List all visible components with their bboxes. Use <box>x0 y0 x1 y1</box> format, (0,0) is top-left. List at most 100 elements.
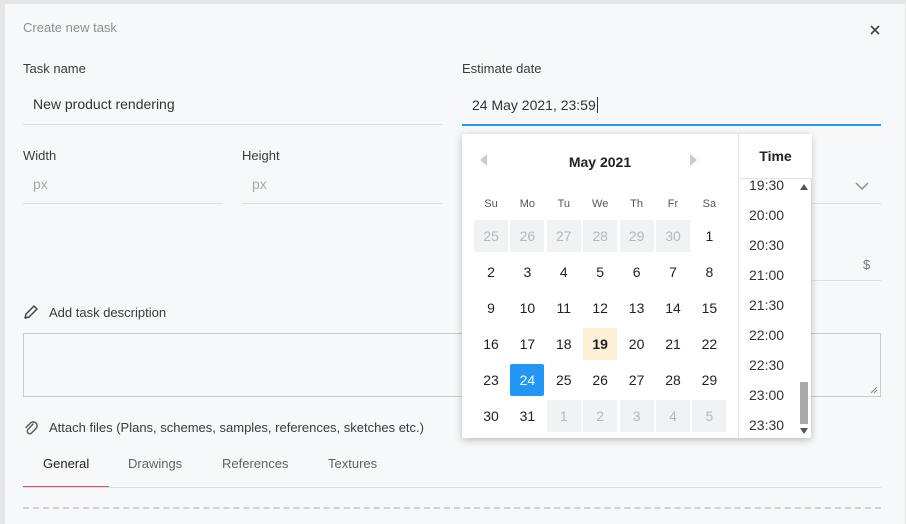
day-cell[interactable]: 12 <box>583 292 617 324</box>
time-option[interactable]: 20:30 <box>749 237 784 253</box>
time-option[interactable]: 21:30 <box>749 297 784 313</box>
tab-drawings[interactable]: Drawings <box>128 456 182 471</box>
day-cell[interactable]: 2 <box>474 256 508 288</box>
create-task-dialog: Create new task Task name Estimate date … <box>5 4 905 524</box>
day-cell[interactable]: 10 <box>510 292 544 324</box>
day-cell[interactable]: 25 <box>474 220 508 252</box>
day-cell[interactable]: 28 <box>583 220 618 252</box>
next-month-button[interactable] <box>685 152 701 168</box>
day-cell[interactable]: 1 <box>692 220 726 252</box>
time-header: Time <box>739 134 812 179</box>
price-underline <box>811 280 881 281</box>
estimate-date-label: Estimate date <box>462 61 542 76</box>
day-cell[interactable]: 13 <box>620 292 654 324</box>
day-cell[interactable]: 25 <box>547 364 581 396</box>
day-cell[interactable]: 4 <box>547 256 581 288</box>
weekday-label: Sa <box>702 198 717 210</box>
weekday-label: Tu <box>557 198 571 210</box>
estimate-date-input[interactable]: 24 May 2021, 23:59 <box>472 97 598 113</box>
day-cell[interactable]: 20 <box>620 328 654 360</box>
weekday-label: Su <box>484 198 498 210</box>
day-cell[interactable]: 1 <box>546 400 581 432</box>
paperclip-icon <box>25 421 38 435</box>
price-currency-suffix: $ <box>863 257 871 272</box>
tab-textures[interactable]: Textures <box>328 456 377 471</box>
width-underline <box>23 203 223 204</box>
day-cell[interactable]: 14 <box>656 292 690 324</box>
day-cell[interactable]: 18 <box>547 328 581 360</box>
date-time-picker: May 2021 Su Mo Tu We Th Fr Sa 25 26 27 28 29 30 1 2 3 4… <box>462 134 812 438</box>
day-cell[interactable]: 3 <box>510 256 544 288</box>
day-cell-selected[interactable]: 24 <box>510 364 545 396</box>
day-cell[interactable]: 2 <box>583 400 618 432</box>
time-option[interactable]: 23:00 <box>749 387 784 403</box>
task-tabs: General Drawings References Textures <box>23 456 881 488</box>
time-option[interactable]: 22:30 <box>749 357 784 373</box>
day-cell[interactable]: 22 <box>692 328 726 360</box>
day-cell[interactable]: 3 <box>619 400 654 432</box>
day-cell[interactable]: 15 <box>692 292 726 324</box>
day-cell[interactable]: 26 <box>510 220 545 252</box>
day-cell[interactable]: 4 <box>656 400 690 432</box>
height-input[interactable] <box>252 176 432 192</box>
day-cell[interactable]: 16 <box>474 328 508 360</box>
estimate-date-underline <box>462 124 881 126</box>
time-option[interactable]: 20:00 <box>749 207 784 223</box>
day-cell[interactable]: 7 <box>656 256 690 288</box>
day-cell[interactable]: 27 <box>620 364 654 396</box>
time-option[interactable]: 23:30 <box>749 417 784 433</box>
day-cell[interactable]: 8 <box>692 256 726 288</box>
calendar-panel: May 2021 Su Mo Tu We Th Fr Sa 25 26 27 28 29 30 1 2 3 4… <box>462 134 738 438</box>
add-description-link[interactable]: Add task description <box>49 305 166 320</box>
height-label: Height <box>242 148 280 163</box>
tabs-divider <box>23 487 881 488</box>
select-underline <box>811 203 881 204</box>
scroll-up-icon <box>800 184 808 190</box>
add-description-icon-wrap[interactable] <box>23 304 39 320</box>
weekday-label: We <box>592 198 609 210</box>
day-cell[interactable]: 29 <box>619 220 654 252</box>
estimate-date-value: 24 May 2021, 23:59 <box>472 97 596 113</box>
day-cell[interactable]: 23 <box>474 364 508 396</box>
day-cell[interactable]: 29 <box>692 364 726 396</box>
width-label: Width <box>23 148 57 163</box>
dropzone-border <box>23 507 881 509</box>
task-name-input[interactable] <box>33 96 433 112</box>
day-cell[interactable]: 6 <box>620 256 654 288</box>
height-underline <box>242 203 442 204</box>
chevron-down-icon <box>855 182 869 191</box>
task-name-underline <box>23 124 442 125</box>
day-cell[interactable]: 27 <box>546 220 581 252</box>
day-cell[interactable]: 11 <box>547 292 581 324</box>
attach-files-link[interactable]: Attach files (Plans, schemes, samples, r… <box>49 420 424 435</box>
day-cell[interactable]: 9 <box>474 292 508 324</box>
scroll-thumb[interactable] <box>800 382 808 424</box>
resize-handle-icon <box>870 386 878 394</box>
day-cell-today[interactable]: 19 <box>583 328 618 360</box>
day-cell[interactable]: 21 <box>656 328 690 360</box>
weekday-label: Th <box>630 198 644 210</box>
day-cell[interactable]: 5 <box>692 400 727 432</box>
time-option[interactable]: 19:30 <box>749 177 784 193</box>
day-cell[interactable]: 28 <box>656 364 690 396</box>
day-cell[interactable]: 17 <box>510 328 544 360</box>
day-cell[interactable]: 26 <box>583 364 617 396</box>
weekday-label: Fr <box>667 198 679 210</box>
text-caret <box>596 97 598 113</box>
tab-general[interactable]: General <box>43 456 89 471</box>
time-option[interactable]: 21:00 <box>749 267 784 283</box>
tab-references[interactable]: References <box>222 456 288 471</box>
day-cell[interactable]: 31 <box>510 400 544 432</box>
arrow-right-icon <box>690 154 697 166</box>
day-cell[interactable]: 30 <box>656 220 690 252</box>
width-input[interactable] <box>33 176 213 192</box>
attach-icon-wrap[interactable] <box>24 420 38 436</box>
day-cell[interactable]: 5 <box>583 256 617 288</box>
weekday-label: Mo <box>519 198 536 210</box>
time-option[interactable]: 22:00 <box>749 327 784 343</box>
day-cell[interactable]: 30 <box>474 400 508 432</box>
select-dropdown-toggle[interactable] <box>855 178 871 191</box>
task-name-label: Task name <box>23 61 86 76</box>
close-button[interactable] <box>865 20 885 40</box>
time-scrollbar[interactable] <box>797 180 809 436</box>
